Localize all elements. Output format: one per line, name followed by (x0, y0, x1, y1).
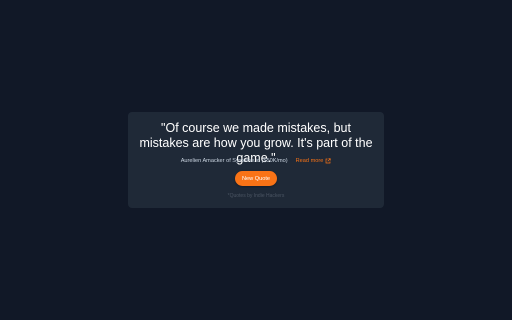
quote-meta: Aurelien Amacker of Systeme.io ($50K/mo)… (128, 156, 384, 166)
new-quote-button[interactable]: New Quote (235, 171, 277, 186)
quote-card: "Of course we made mistakes, but mistake… (128, 112, 384, 208)
quote-author: Aurelien Amacker of Systeme.io ($50K/mo) (180, 158, 288, 164)
quotes-credit: *Quotes by Indie Hackers (227, 193, 285, 199)
read-more-link[interactable]: Read more (296, 156, 332, 166)
external-link-icon (325, 158, 331, 164)
read-more-label: Read more (295, 158, 324, 164)
